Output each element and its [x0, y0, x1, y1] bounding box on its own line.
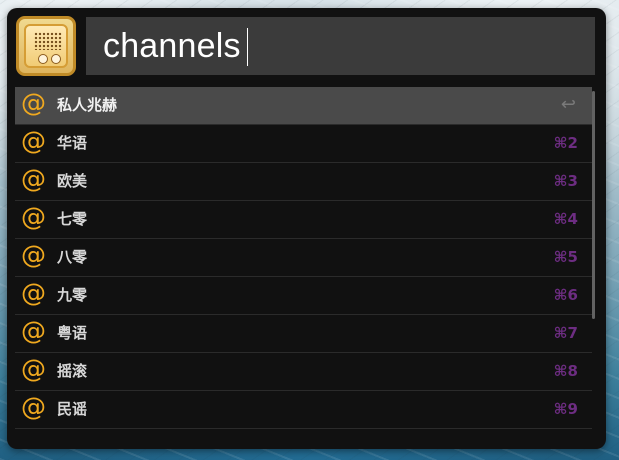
at-icon: @	[21, 316, 46, 345]
results-scrollbar[interactable]	[592, 91, 595, 319]
result-label: 七零	[57, 210, 88, 228]
at-icon: @	[21, 202, 46, 231]
at-icon: @	[21, 88, 46, 117]
result-item-6[interactable]: @ 九零 ⌘6	[15, 277, 592, 315]
result-item-5[interactable]: @ 八零 ⌘5	[15, 239, 592, 277]
shortcut-label: ⌘2	[553, 134, 578, 152]
result-label: 九零	[57, 286, 88, 304]
shortcut-label: ⌘8	[553, 362, 578, 380]
search-input[interactable]: channels	[103, 26, 241, 66]
text-caret	[247, 28, 248, 66]
at-icon: @	[21, 354, 46, 383]
shortcut-label: ⌘4	[553, 210, 578, 228]
result-label: 八零	[57, 248, 88, 266]
left-knob	[38, 54, 48, 64]
result-label: 私人兆赫	[57, 96, 118, 114]
result-label: 粤语	[57, 324, 88, 342]
shortcut-label: ⌘3	[553, 172, 578, 190]
result-label: 摇滚	[57, 362, 88, 380]
result-item-3[interactable]: @ 欧美 ⌘3	[15, 163, 592, 201]
at-icon: @	[21, 126, 46, 155]
radio-face	[24, 24, 68, 68]
radio-icon	[16, 16, 76, 76]
shortcut-label: ⌘7	[553, 324, 578, 342]
results-list: @ 私人兆赫 ↩ @ 华语 ⌘2 @ 欧美 ⌘3 @ 七零 ⌘4 @ 八零 ⌘5…	[15, 87, 592, 437]
launcher-window: channels @ 私人兆赫 ↩ @ 华语 ⌘2 @ 欧美 ⌘3 @ 七零 ⌘…	[7, 8, 606, 449]
at-icon: @	[21, 164, 46, 193]
result-item-9[interactable]: @ 民谣 ⌘9	[15, 391, 592, 429]
result-item-7[interactable]: @ 粤语 ⌘7	[15, 315, 592, 353]
result-item-4[interactable]: @ 七零 ⌘4	[15, 201, 592, 239]
result-item-1[interactable]: @ 私人兆赫 ↩	[15, 87, 592, 125]
return-icon: ↩	[560, 94, 576, 115]
result-item-8[interactable]: @ 摇滚 ⌘8	[15, 353, 592, 391]
shortcut-label: ⌘9	[553, 400, 578, 418]
at-icon: @	[21, 240, 46, 269]
result-label: 欧美	[57, 172, 88, 190]
result-item-2[interactable]: @ 华语 ⌘2	[15, 125, 592, 163]
right-knob	[51, 54, 61, 64]
at-icon: @	[21, 278, 46, 307]
speaker-grid	[34, 32, 62, 50]
search-box[interactable]: channels	[86, 17, 595, 75]
result-label: 民谣	[57, 400, 88, 418]
shortcut-label: ⌘5	[553, 248, 578, 266]
at-icon: @	[21, 392, 46, 421]
shortcut-label: ⌘6	[553, 286, 578, 304]
result-label: 华语	[57, 134, 88, 152]
